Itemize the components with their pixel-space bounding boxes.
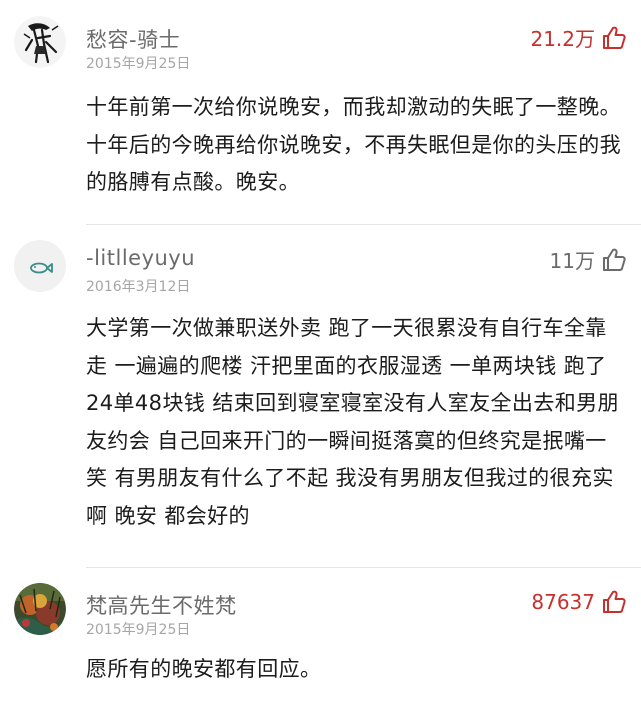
comment-item: 愁容-骑士 2015年9月25日 21.2万 十年前第一次给你说晚安，而我却激动… <box>0 0 641 225</box>
like-button[interactable]: 87637 <box>531 589 627 615</box>
comment-item: -litlleyuyu 2016年3月12日 11万 大学第一次做兼职送外卖 跑… <box>0 225 641 568</box>
like-button[interactable]: 21.2万 <box>530 23 627 52</box>
comment-item: 梵高先生不姓梵 2015年9月25日 87637 愿所有的晚安都有回应。 <box>0 567 641 710</box>
avatar[interactable] <box>14 240 66 292</box>
fish-avatar-icon <box>14 240 66 292</box>
comment-date: 2016年3月12日 <box>86 279 191 295</box>
thumbs-up-icon <box>603 26 626 49</box>
painting-avatar-icon <box>14 583 66 635</box>
comment-date: 2015年9月25日 <box>86 56 191 72</box>
avatar[interactable] <box>14 16 66 68</box>
username[interactable]: 愁容-骑士 <box>86 24 180 54</box>
comment-text: 十年前第一次给你说晚安，而我却激动的失眠了一整晚。十年后的今晚再给你说晚安，不再… <box>86 95 621 194</box>
thumbs-up-icon <box>603 590 626 613</box>
comment-text: 大学第一次做兼职送外卖 跑了一天很累没有自行车全靠走 一遍遍的爬楼 汗把里面的衣… <box>86 316 619 528</box>
comment-date: 2015年9月25日 <box>86 622 191 638</box>
username[interactable]: -litlleyuyu <box>86 246 195 270</box>
like-button[interactable]: 11万 <box>550 245 627 274</box>
thumbs-up-icon <box>603 248 626 271</box>
knight-avatar-icon <box>14 16 66 68</box>
comment-text: 愿所有的晚安都有回应。 <box>86 657 322 681</box>
like-count: 87637 <box>531 590 595 614</box>
avatar[interactable] <box>14 583 66 635</box>
like-count: 21.2万 <box>530 27 595 51</box>
username[interactable]: 梵高先生不姓梵 <box>86 590 237 620</box>
like-count: 11万 <box>549 249 595 273</box>
